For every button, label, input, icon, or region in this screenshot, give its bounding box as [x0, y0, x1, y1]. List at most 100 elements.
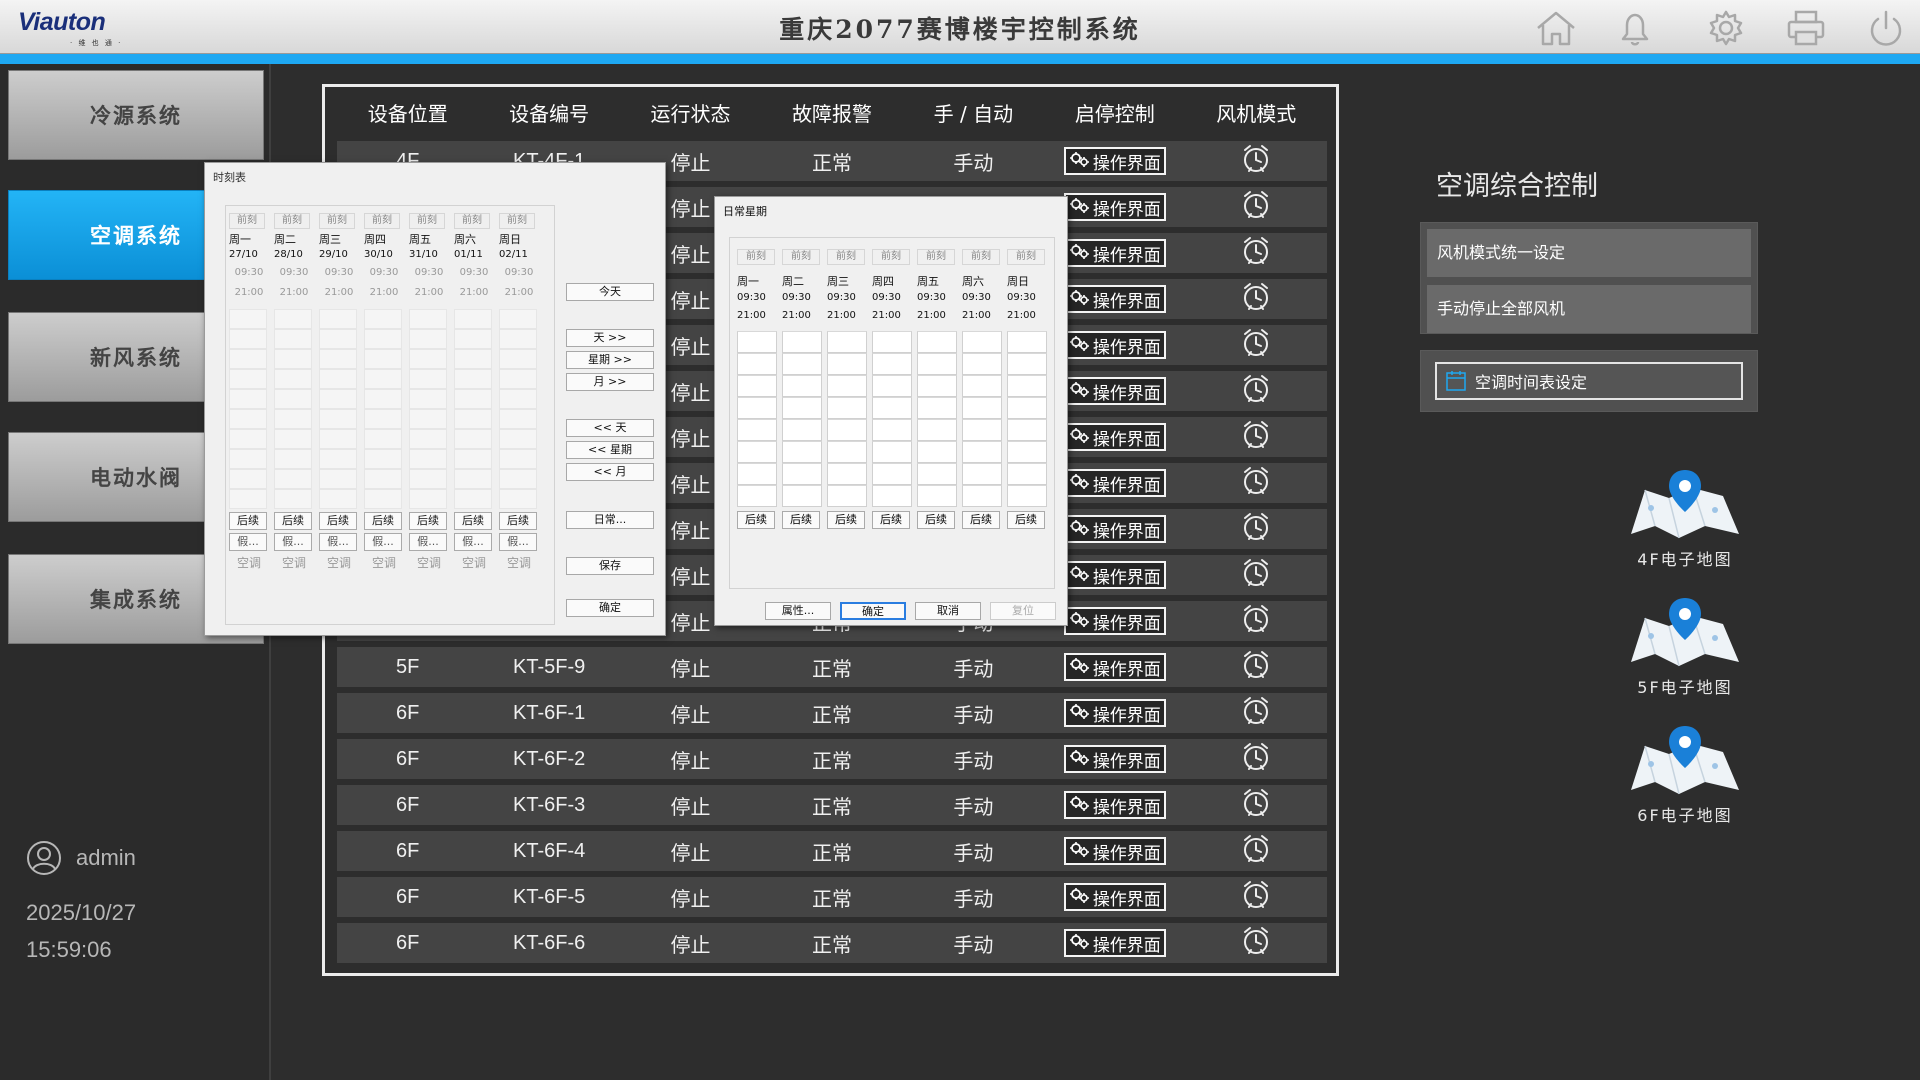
- operation-panel-button[interactable]: 操作界面: [1063, 331, 1166, 359]
- prev-day-button[interactable]: << 天: [566, 419, 654, 437]
- schedule-slot[interactable]: [364, 469, 402, 489]
- weekly-slot[interactable]: [917, 397, 957, 419]
- power-icon[interactable]: [1864, 8, 1908, 48]
- weekly-slot[interactable]: [737, 463, 777, 485]
- schedule-slot[interactable]: [499, 369, 537, 389]
- schedule-slot[interactable]: [274, 469, 312, 489]
- alarm-clock-icon[interactable]: [1242, 695, 1270, 725]
- weekly-slot[interactable]: [1007, 463, 1047, 485]
- prev-slot-button[interactable]: 前刻: [1007, 249, 1045, 265]
- weekly-slot[interactable]: [1007, 375, 1047, 397]
- weekly-slot[interactable]: [782, 419, 822, 441]
- weekly-slot[interactable]: [827, 441, 867, 463]
- fan-mode-uniform-button[interactable]: 风机模式统一设定: [1427, 229, 1751, 277]
- alarm-clock-icon[interactable]: [1242, 649, 1270, 679]
- weekly-cancel-button[interactable]: 取消: [915, 602, 981, 620]
- weekly-slot[interactable]: [962, 397, 1002, 419]
- weekly-slot[interactable]: [827, 375, 867, 397]
- save-button[interactable]: 保存: [566, 557, 654, 575]
- schedule-slot[interactable]: [274, 369, 312, 389]
- weekly-slot[interactable]: [917, 485, 957, 507]
- schedule-slot[interactable]: [319, 309, 357, 329]
- map-6f[interactable]: 6F电子地图: [1622, 724, 1748, 826]
- weekly-slot[interactable]: [872, 441, 912, 463]
- weekly-slot[interactable]: [962, 375, 1002, 397]
- schedule-slot[interactable]: [319, 489, 357, 509]
- holiday-button[interactable]: 假...: [409, 533, 447, 551]
- properties-button[interactable]: 属性...: [765, 602, 831, 620]
- schedule-slot[interactable]: [274, 309, 312, 329]
- weekly-slot[interactable]: [1007, 353, 1047, 375]
- weekly-slot[interactable]: [782, 463, 822, 485]
- schedule-slot[interactable]: [364, 349, 402, 369]
- alarm-clock-icon[interactable]: [1242, 557, 1270, 587]
- alarm-clock-icon[interactable]: [1242, 281, 1270, 311]
- weekly-slot[interactable]: [917, 375, 957, 397]
- schedule-slot[interactable]: [364, 429, 402, 449]
- schedule-slot[interactable]: [409, 449, 447, 469]
- ac-schedule-button[interactable]: 空调时间表设定: [1435, 362, 1743, 400]
- schedule-slot[interactable]: [499, 469, 537, 489]
- nav-cold-source[interactable]: 冷源系统: [8, 70, 264, 160]
- prev-month-button[interactable]: << 月: [566, 463, 654, 481]
- weekly-slot[interactable]: [872, 463, 912, 485]
- schedule-slot[interactable]: [499, 329, 537, 349]
- operation-panel-button[interactable]: 操作界面: [1063, 607, 1166, 635]
- weekly-slot[interactable]: [872, 331, 912, 353]
- weekly-slot[interactable]: [917, 463, 957, 485]
- weekly-slot[interactable]: [1007, 397, 1047, 419]
- weekly-slot[interactable]: [737, 353, 777, 375]
- schedule-slot[interactable]: [409, 489, 447, 509]
- schedule-slot[interactable]: [409, 369, 447, 389]
- operation-panel-button[interactable]: 操作界面: [1063, 883, 1166, 911]
- holiday-button[interactable]: 假...: [454, 533, 492, 551]
- schedule-slot[interactable]: [319, 369, 357, 389]
- weekly-slot[interactable]: [917, 353, 957, 375]
- next-slot-button[interactable]: 后续: [409, 512, 447, 530]
- next-slot-button[interactable]: 后续: [782, 511, 820, 529]
- schedule-slot[interactable]: [454, 429, 492, 449]
- map-5f[interactable]: 5F电子地图: [1622, 596, 1748, 698]
- weekly-slot[interactable]: [917, 441, 957, 463]
- home-icon[interactable]: [1534, 8, 1578, 48]
- schedule-slot[interactable]: [319, 469, 357, 489]
- operation-panel-button[interactable]: 操作界面: [1063, 239, 1166, 267]
- alarm-clock-icon[interactable]: [1242, 189, 1270, 219]
- schedule-slot[interactable]: [319, 409, 357, 429]
- schedule-slot[interactable]: [409, 469, 447, 489]
- prev-slot-button[interactable]: 前刻: [872, 249, 910, 265]
- schedule-slot[interactable]: [499, 409, 537, 429]
- schedule-slot[interactable]: [319, 449, 357, 469]
- weekly-slot[interactable]: [782, 331, 822, 353]
- normal-schedule-button[interactable]: 日常...: [566, 511, 654, 529]
- alarm-clock-icon[interactable]: [1242, 235, 1270, 265]
- schedule-slot[interactable]: [364, 409, 402, 429]
- weekly-slot[interactable]: [962, 485, 1002, 507]
- prev-slot-button[interactable]: 前刻: [229, 213, 265, 229]
- weekly-reset-button[interactable]: 复位: [990, 602, 1056, 620]
- operation-panel-button[interactable]: 操作界面: [1063, 377, 1166, 405]
- weekly-slot[interactable]: [737, 375, 777, 397]
- schedule-slot[interactable]: [229, 489, 267, 509]
- prev-slot-button[interactable]: 前刻: [274, 213, 310, 229]
- schedule-slot[interactable]: [319, 329, 357, 349]
- schedule-slot[interactable]: [229, 369, 267, 389]
- schedule-slot[interactable]: [229, 389, 267, 409]
- schedule-slot[interactable]: [499, 349, 537, 369]
- schedule-slot[interactable]: [274, 329, 312, 349]
- operation-panel-button[interactable]: 操作界面: [1063, 147, 1166, 175]
- prev-week-button[interactable]: << 星期: [566, 441, 654, 459]
- weekly-slot[interactable]: [782, 397, 822, 419]
- schedule-slot[interactable]: [274, 409, 312, 429]
- schedule-slot[interactable]: [409, 409, 447, 429]
- alarm-clock-icon[interactable]: [1242, 373, 1270, 403]
- holiday-button[interactable]: 假...: [364, 533, 402, 551]
- next-slot-button[interactable]: 后续: [454, 512, 492, 530]
- next-week-button[interactable]: 星期 >>: [566, 351, 654, 369]
- prev-slot-button[interactable]: 前刻: [917, 249, 955, 265]
- next-slot-button[interactable]: 后续: [364, 512, 402, 530]
- operation-panel-button[interactable]: 操作界面: [1063, 791, 1166, 819]
- schedule-slot[interactable]: [319, 389, 357, 409]
- weekly-slot[interactable]: [1007, 419, 1047, 441]
- schedule-slot[interactable]: [454, 489, 492, 509]
